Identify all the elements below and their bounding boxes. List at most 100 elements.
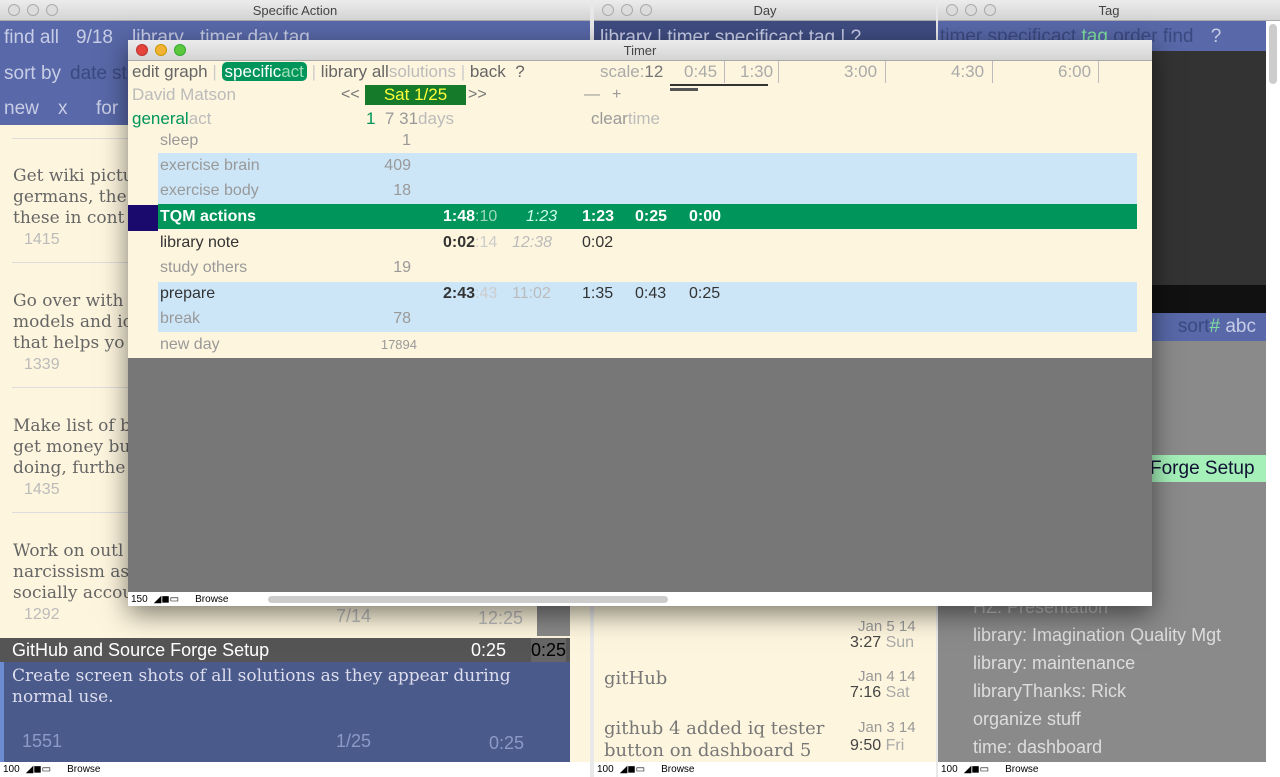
list-item[interactable]: github 4 added iq tester button on dashb… xyxy=(604,718,834,762)
tag-item[interactable]: time: dashboard xyxy=(973,737,1102,758)
zoom-icon[interactable] xyxy=(174,44,186,56)
zoom-icon[interactable]: ◢◼▭ xyxy=(154,592,179,606)
activity-row[interactable]: library note 0:02:14 12:38 0:02 xyxy=(158,230,1137,255)
days-1[interactable]: 1 xyxy=(366,109,375,128)
activity-name: new day xyxy=(160,336,220,353)
activity-row[interactable]: TQM actions 1:48:10 1:23 1:23 0:25 0:00 xyxy=(158,204,1137,229)
activity-name: exercise brain xyxy=(160,157,260,174)
activity-row[interactable]: break 78 xyxy=(158,306,1137,331)
item-time: 12:25 xyxy=(478,608,524,628)
mode-label[interactable]: Browse xyxy=(661,762,694,777)
zoom-level[interactable]: 150 xyxy=(131,592,148,606)
zoom-level[interactable]: 100 xyxy=(941,762,958,777)
sort-alpha[interactable]: abc xyxy=(1225,316,1256,337)
specific-act-button[interactable]: specificact xyxy=(221,62,307,81)
horizontal-scrollbar[interactable] xyxy=(268,596,668,603)
selected-item-header[interactable]: GitHub and Source Forge Setup 0:25 0:25 xyxy=(0,638,570,662)
activity-row[interactable]: exercise brain 409 xyxy=(158,153,1137,178)
selected-title: GitHub and Source Forge Setup xyxy=(12,640,270,660)
status-bar: 100 ◢◼▭ Browse xyxy=(0,762,590,777)
sort-date[interactable]: date xyxy=(70,63,107,85)
scrollbar[interactable] xyxy=(1269,24,1277,84)
zoom-level[interactable]: 100 xyxy=(597,762,614,777)
zoom-out-button[interactable]: — xyxy=(584,86,600,104)
close-icon[interactable] xyxy=(8,4,20,16)
activity-row[interactable]: sleep 1 xyxy=(158,128,1137,153)
edit-button[interactable]: edit xyxy=(132,62,159,81)
new-button[interactable]: new xyxy=(4,98,39,120)
minimize-icon[interactable] xyxy=(27,4,39,16)
current-date[interactable]: Sat 1/25 xyxy=(365,85,466,105)
zoom-icon[interactable]: ◢◼▭ xyxy=(964,762,989,777)
window-title: Tag xyxy=(1098,3,1120,18)
zoom-icon[interactable] xyxy=(46,4,58,16)
time-column: 0:02 xyxy=(582,234,614,251)
tag-item[interactable]: library: maintenance xyxy=(973,653,1135,674)
list-item[interactable]: Go over with models and ic that helps yo xyxy=(13,291,132,354)
days-7[interactable]: 7 xyxy=(385,109,394,128)
format-button[interactable]: for xyxy=(96,98,118,120)
title-bar[interactable]: Timer xyxy=(128,40,1152,61)
zoom-level[interactable]: 100 xyxy=(3,762,20,777)
title-bar[interactable]: Specific Action xyxy=(0,0,590,21)
scale-tick: 3:00 xyxy=(844,62,878,81)
highlighted-tag[interactable]: Forge Setup xyxy=(1138,455,1266,482)
selected-time-2: 0:25 xyxy=(531,638,567,662)
mode-label[interactable]: Browse xyxy=(67,762,100,777)
item-time: 9:50 xyxy=(850,737,882,754)
help-button[interactable]: ? xyxy=(1211,26,1222,47)
activity-row[interactable]: new day 17894 xyxy=(158,332,1137,357)
find-all-button[interactable]: find all xyxy=(4,27,59,49)
back-button[interactable]: back xyxy=(470,62,506,81)
days-31[interactable]: 31 xyxy=(399,109,418,128)
activity-count: 409 xyxy=(384,157,411,174)
prev-day-button[interactable]: << xyxy=(341,86,360,104)
selected-desc: Create screen shots of all solutions as … xyxy=(12,666,511,707)
item-dow: Fri xyxy=(885,737,905,754)
total-time: 2:43:43 xyxy=(443,285,498,302)
time-column: 0:43 xyxy=(635,285,667,302)
scale-tick: 1:30 xyxy=(740,62,774,81)
activity-row[interactable]: exercise body 18 xyxy=(158,178,1137,203)
scale-tick: 6:00 xyxy=(1058,62,1092,81)
zoom-in-button[interactable]: + xyxy=(612,86,621,104)
window-title: Day xyxy=(753,3,777,18)
zoom-icon[interactable]: ◢◼▭ xyxy=(26,762,51,777)
zoom-icon[interactable]: ◢◼▭ xyxy=(620,762,645,777)
list-item[interactable]: Work on outl narcissism as socially accou xyxy=(13,541,133,604)
tag-item[interactable]: libraryThanks: Rick xyxy=(973,681,1126,702)
delete-button[interactable]: x xyxy=(58,98,68,120)
graph-button[interactable]: graph xyxy=(164,62,207,81)
sort-label: sort xyxy=(1177,316,1210,337)
help-button[interactable]: ? xyxy=(515,62,524,81)
mode-label[interactable]: Browse xyxy=(195,592,228,606)
sort-st[interactable]: st xyxy=(112,63,127,85)
time-column: 1:23 xyxy=(582,208,615,225)
tag-item[interactable]: library: Imagination Quality Mgt xyxy=(973,625,1221,646)
mode-label[interactable]: Browse xyxy=(1005,762,1038,777)
activity-name: sleep xyxy=(160,132,199,149)
scale[interactable]: scale:12 xyxy=(600,61,663,83)
activity-name: library note xyxy=(160,234,240,251)
list-item[interactable]: Get wiki pictu germans, the these in cont xyxy=(13,166,134,229)
list-item[interactable]: gitHub xyxy=(604,668,667,689)
elapsed-time: 11:02 xyxy=(512,285,551,302)
general-act-link[interactable]: generalact xyxy=(132,109,211,129)
next-day-button[interactable]: >> xyxy=(468,86,487,104)
title-bar[interactable]: Day xyxy=(594,0,936,21)
tag-item[interactable]: organize stuff xyxy=(973,709,1081,730)
title-bar[interactable]: Tag xyxy=(938,0,1280,21)
sort-by-number[interactable]: # xyxy=(1210,316,1221,337)
window-title: Timer xyxy=(623,43,657,58)
library-button[interactable]: library xyxy=(321,62,367,81)
activity-row[interactable]: study others 19 xyxy=(158,255,1137,280)
activity-row[interactable]: prepare 2:43:43 11:02 1:35 0:43 0:25 xyxy=(158,281,1137,306)
all-solutions-button[interactable]: allsolutions xyxy=(372,62,456,81)
find-button[interactable]: find xyxy=(1163,26,1194,47)
selected-id: 1551 xyxy=(22,731,63,751)
minimize-icon[interactable] xyxy=(155,44,167,56)
close-icon[interactable] xyxy=(136,44,148,56)
selected-item-body[interactable]: Create screen shots of all solutions as … xyxy=(0,662,570,762)
list-item[interactable]: Make list of b get money bu doing, furthe xyxy=(13,416,131,479)
clear-time-button[interactable]: cleartime xyxy=(591,109,660,129)
